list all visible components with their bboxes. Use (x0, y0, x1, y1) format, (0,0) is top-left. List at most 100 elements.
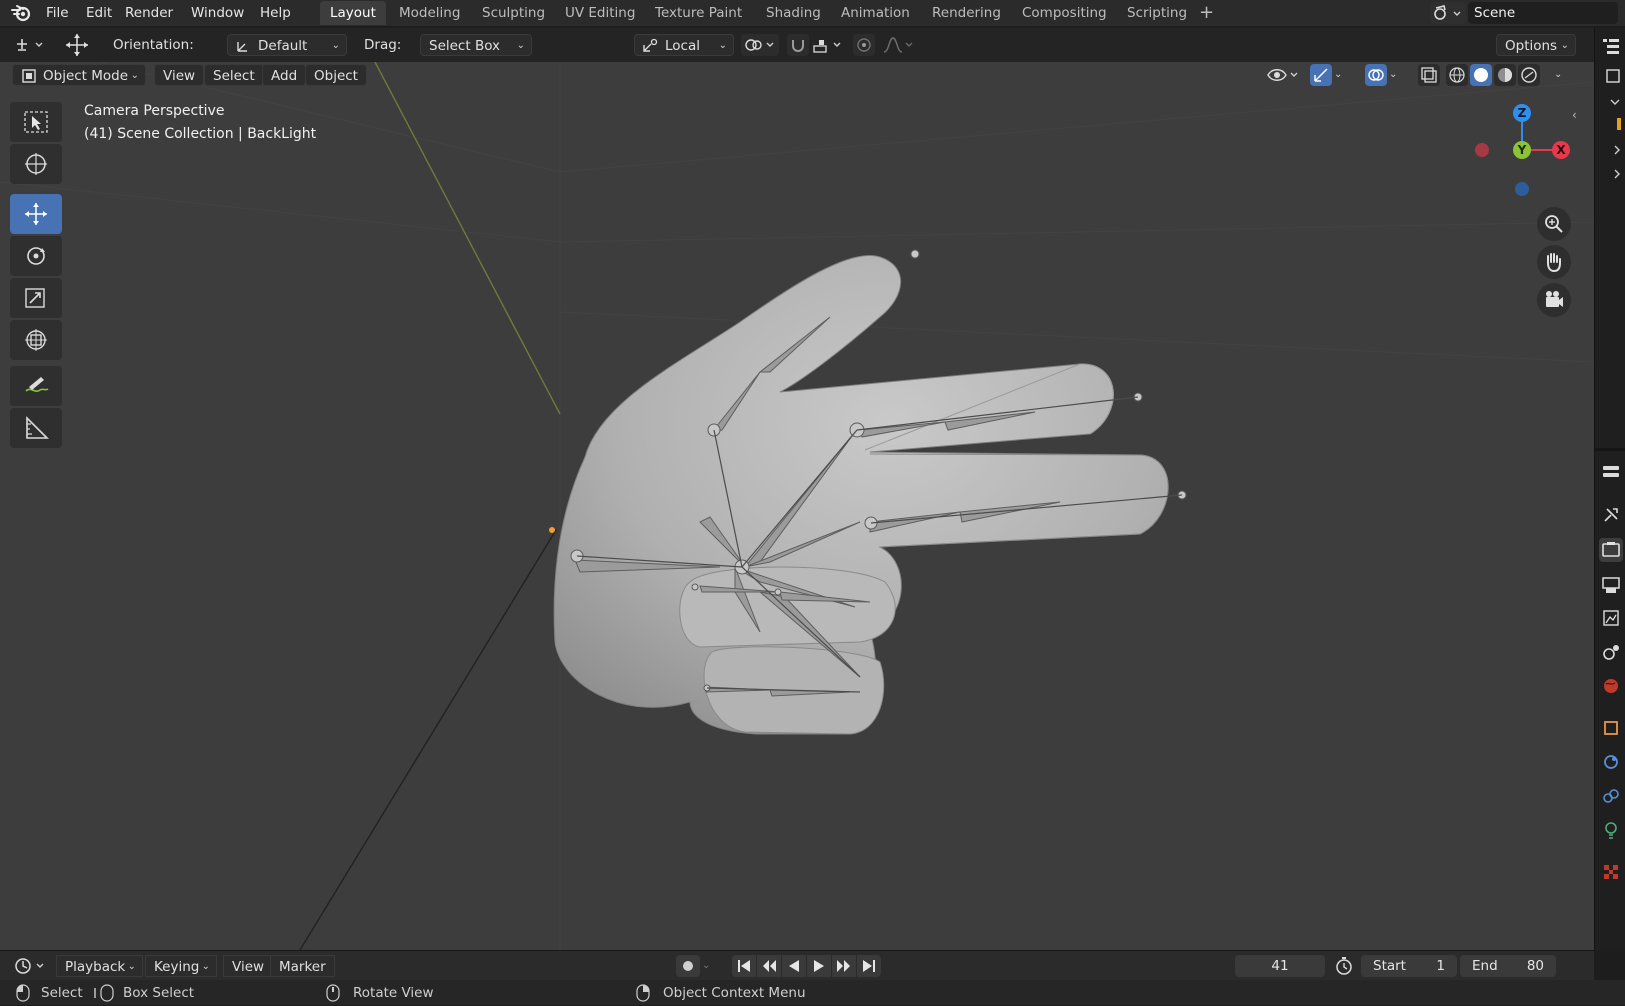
add-workspace-icon[interactable]: + (1199, 3, 1214, 23)
shading-solid-icon[interactable] (1470, 64, 1492, 86)
end-value: 80 (1526, 958, 1544, 974)
expand-arrow-icon[interactable] (1599, 90, 1623, 114)
play-button[interactable] (807, 955, 831, 977)
current-frame-field[interactable]: 41 (1235, 955, 1325, 977)
output-properties-icon[interactable] (1599, 573, 1623, 597)
menu-help[interactable]: Help (254, 3, 297, 23)
move-tool[interactable] (10, 194, 62, 234)
modifier-properties-icon[interactable] (1599, 750, 1623, 774)
select-box-tool[interactable] (10, 102, 62, 142)
drag-dropdown[interactable]: Select Box ⌄ (420, 34, 532, 56)
rotate-tool[interactable] (10, 236, 62, 276)
view-layer-properties-icon[interactable] (1599, 606, 1623, 630)
tab-rendering[interactable]: Rendering (922, 1, 1011, 25)
expand-arrow-icon[interactable] (1599, 138, 1623, 162)
tab-texture-paint[interactable]: Texture Paint (645, 1, 753, 25)
timeline-menu-keying[interactable]: Keying ⌄ (145, 955, 217, 977)
zoom-view-button[interactable] (1537, 207, 1571, 241)
timeline-menu-marker[interactable]: Marker (270, 955, 335, 977)
orientation-dropdown[interactable]: Default ⌄ (227, 34, 347, 56)
chevron-down-icon[interactable]: ⌄ (1389, 64, 1405, 86)
chevron-down-icon[interactable]: ⌄ (1334, 64, 1350, 86)
viewport-menu-add[interactable]: Add (262, 64, 307, 86)
jump-to-start-button[interactable] (732, 955, 756, 977)
tab-uv-editing[interactable]: UV Editing (555, 1, 646, 25)
transform-affect-icon[interactable] (741, 34, 779, 56)
keying-set-chevron-icon[interactable]: ⌄ (702, 955, 718, 977)
visibility-icon[interactable] (1265, 64, 1301, 86)
tool-properties-icon[interactable] (1599, 503, 1623, 527)
gizmo-x-axis[interactable]: X (1552, 141, 1570, 159)
menu-window[interactable]: Window (185, 3, 250, 23)
tab-layout[interactable]: Layout (320, 1, 386, 25)
tab-modeling[interactable]: Modeling (389, 1, 471, 25)
jump-to-keyframe-back-button[interactable] (757, 955, 781, 977)
shading-material-icon[interactable] (1494, 64, 1516, 86)
chevron-down-icon: ⌄ (516, 40, 525, 51)
timeline-menu-playback[interactable]: Playback ⌄ (56, 955, 143, 977)
object-properties-icon[interactable] (1599, 716, 1623, 740)
measure-tool[interactable] (10, 408, 62, 448)
outliner-item-icon[interactable] (1599, 64, 1623, 88)
tab-scripting[interactable]: Scripting (1117, 1, 1198, 25)
editor-type-icon[interactable] (14, 34, 50, 56)
timeline-menu-view[interactable]: View (223, 955, 274, 977)
render-properties-icon[interactable] (1599, 538, 1623, 562)
expand-arrow-icon[interactable] (1599, 162, 1623, 186)
3d-viewport[interactable]: Object Mode ⌄ View Select Add Object ⌄ ⌄… (0, 62, 1594, 950)
navigation-gizmo[interactable]: Z Y X (1465, 98, 1585, 208)
viewport-menu-view[interactable]: View (154, 64, 205, 86)
scale-tool[interactable] (10, 278, 62, 318)
transform-tool[interactable] (10, 320, 62, 360)
snap-target-icon[interactable] (811, 34, 847, 56)
scene-name-field[interactable]: Scene (1468, 2, 1618, 24)
properties-editor-icon[interactable] (1599, 460, 1623, 484)
menu-file[interactable]: File (40, 3, 75, 23)
blender-logo-icon[interactable] (10, 3, 32, 23)
start-frame-field[interactable]: Start 1 (1361, 955, 1457, 977)
annotate-tool[interactable] (10, 366, 62, 406)
end-frame-field[interactable]: End 80 (1460, 955, 1556, 977)
gizmo-toggle-icon[interactable] (1310, 64, 1332, 86)
constraint-properties-icon[interactable] (1599, 784, 1623, 808)
falloff-curve-icon[interactable] (881, 34, 917, 56)
gizmo-z-axis[interactable]: Z (1513, 104, 1531, 122)
tab-shading[interactable]: Shading (756, 1, 831, 25)
options-dropdown[interactable]: Options ⌄ (1496, 34, 1576, 56)
viewport-menu-object[interactable]: Object (305, 64, 367, 86)
pan-view-button[interactable] (1537, 245, 1571, 279)
chevron-down-icon: ⌄ (127, 961, 136, 972)
timeline-editor-type-icon[interactable] (12, 955, 52, 977)
data-properties-icon[interactable] (1599, 818, 1623, 842)
chevron-down-icon[interactable]: ⌄ (1554, 64, 1570, 86)
scene-properties-icon[interactable] (1599, 640, 1623, 664)
cursor-tool[interactable] (10, 144, 62, 184)
shading-wireframe-icon[interactable] (1446, 64, 1468, 86)
overlays-toggle-icon[interactable] (1365, 64, 1387, 86)
tab-animation[interactable]: Animation (831, 1, 920, 25)
auto-keying-button[interactable] (676, 955, 700, 977)
object-mode-dropdown[interactable]: Object Mode ⌄ (12, 64, 146, 86)
jump-to-end-button[interactable] (857, 955, 881, 977)
sidebar-toggle-icon[interactable]: ‹ (1572, 108, 1577, 122)
tab-sculpting[interactable]: Sculpting (472, 1, 556, 25)
camera-view-button[interactable] (1537, 283, 1571, 317)
preview-range-icon[interactable] (1333, 955, 1355, 977)
shading-rendered-icon[interactable] (1518, 64, 1540, 86)
menu-render[interactable]: Render (119, 3, 179, 23)
menu-edit[interactable]: Edit (80, 3, 118, 23)
world-properties-icon[interactable] (1599, 674, 1623, 698)
jump-to-keyframe-forward-button[interactable] (832, 955, 856, 977)
texture-properties-icon[interactable] (1599, 860, 1623, 884)
gizmo-y-axis[interactable]: Y (1513, 141, 1531, 159)
scene-selector-icon[interactable] (1430, 2, 1466, 24)
play-reverse-button[interactable] (782, 955, 806, 977)
proportional-edit-icon[interactable] (853, 34, 875, 56)
transform-pivot-dropdown[interactable]: Local ⌄ (634, 34, 734, 56)
top-menu-bar: File Edit Render Window Help Layout Mode… (0, 0, 1625, 26)
viewport-menu-select[interactable]: Select (204, 64, 264, 86)
snap-toggle-icon[interactable] (787, 34, 809, 56)
outliner-editor-icon[interactable] (1599, 34, 1623, 58)
xray-toggle-icon[interactable] (1418, 64, 1440, 86)
tab-compositing[interactable]: Compositing (1012, 1, 1117, 25)
